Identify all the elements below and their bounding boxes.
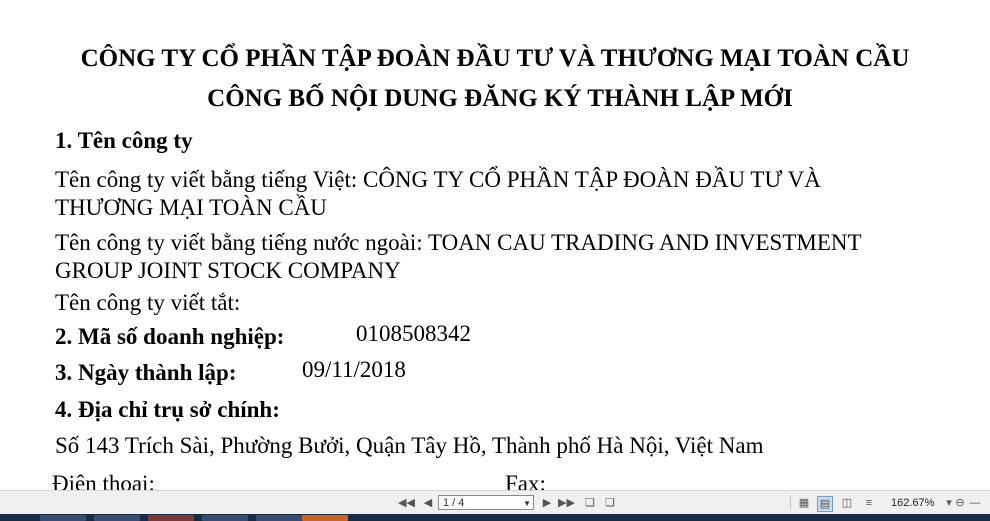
company-name-short: Tên công ty viết tắt:	[55, 290, 241, 315]
section-4-heading: 4. Địa chỉ trụ sở chính:	[55, 397, 280, 422]
company-name-vi-line2: THƯƠNG MẠI TOÀN CẦU	[55, 195, 327, 220]
taskbar-item[interactable]	[40, 515, 86, 521]
two-page-icon[interactable]: ❏	[603, 496, 617, 510]
announcement-title: CÔNG BỐ NỘI DUNG ĐĂNG KÝ THÀNH LẬP MỚI	[207, 85, 793, 112]
zoom-slider-icon[interactable]: —	[968, 496, 982, 510]
single-page-view-icon[interactable]: ▦	[797, 496, 811, 510]
copy-icon[interactable]: ❏	[583, 496, 597, 510]
fax-label: Fax:	[505, 471, 546, 490]
os-taskbar	[0, 514, 990, 521]
viewer-toolbar: ◀◀ ◀ 1 / 4 ▼ ▶ ▶▶ ❏ ❏ ▦ ▤ ◫ ≡ 162.67% ▾ …	[0, 490, 990, 515]
document-page: CÔNG TY CỔ PHẦN TẬP ĐOÀN ĐẦU TƯ VÀ THƯƠN…	[0, 0, 990, 490]
toolbar-separator	[790, 495, 791, 511]
founding-date: 09/11/2018	[302, 357, 406, 382]
facing-view-icon[interactable]: ◫	[840, 496, 854, 510]
last-page-icon[interactable]: ▶▶	[558, 496, 575, 510]
next-page-icon[interactable]: ▶	[540, 496, 554, 510]
section-2-heading: 2. Mã số doanh nghiệp:	[55, 324, 285, 349]
section-3-heading: 3. Ngày thành lập:	[55, 360, 237, 385]
phone-label: Điện thoại:	[52, 471, 155, 490]
chevron-down-icon: ▼	[523, 499, 531, 508]
page-indicator: 1 / 4	[443, 497, 465, 509]
page-number-input[interactable]: 1 / 4 ▼	[438, 495, 534, 510]
company-title: CÔNG TY CỔ PHẦN TẬP ĐOÀN ĐẦU TƯ VÀ THƯƠN…	[80, 45, 910, 72]
taskbar-item[interactable]	[148, 515, 194, 521]
taskbar-item[interactable]	[202, 515, 248, 521]
company-name-foreign-line1: Tên công ty viết bằng tiếng nước ngoài: …	[55, 230, 862, 255]
zoom-out-icon[interactable]: ⊖	[953, 496, 967, 510]
zoom-level[interactable]: 162.67%	[891, 496, 934, 510]
address: Số 143 Trích Sài, Phường Bưởi, Quận Tây …	[55, 433, 764, 458]
taskbar-item[interactable]	[302, 515, 348, 521]
company-name-vi-line1: Tên công ty viết bằng tiếng Việt: CÔNG T…	[55, 167, 821, 192]
continuous-view-icon[interactable]: ▤	[817, 496, 833, 512]
company-name-foreign-line2: GROUP JOINT STOCK COMPANY	[55, 258, 401, 283]
fit-width-icon[interactable]: ≡	[862, 496, 876, 510]
taskbar-item[interactable]	[94, 515, 140, 521]
section-1-heading: 1. Tên công ty	[55, 128, 193, 153]
business-code: 0108508342	[356, 321, 471, 346]
first-page-icon[interactable]: ◀◀	[398, 496, 415, 510]
taskbar-item[interactable]	[256, 515, 302, 521]
prev-page-icon[interactable]: ◀	[421, 496, 435, 510]
